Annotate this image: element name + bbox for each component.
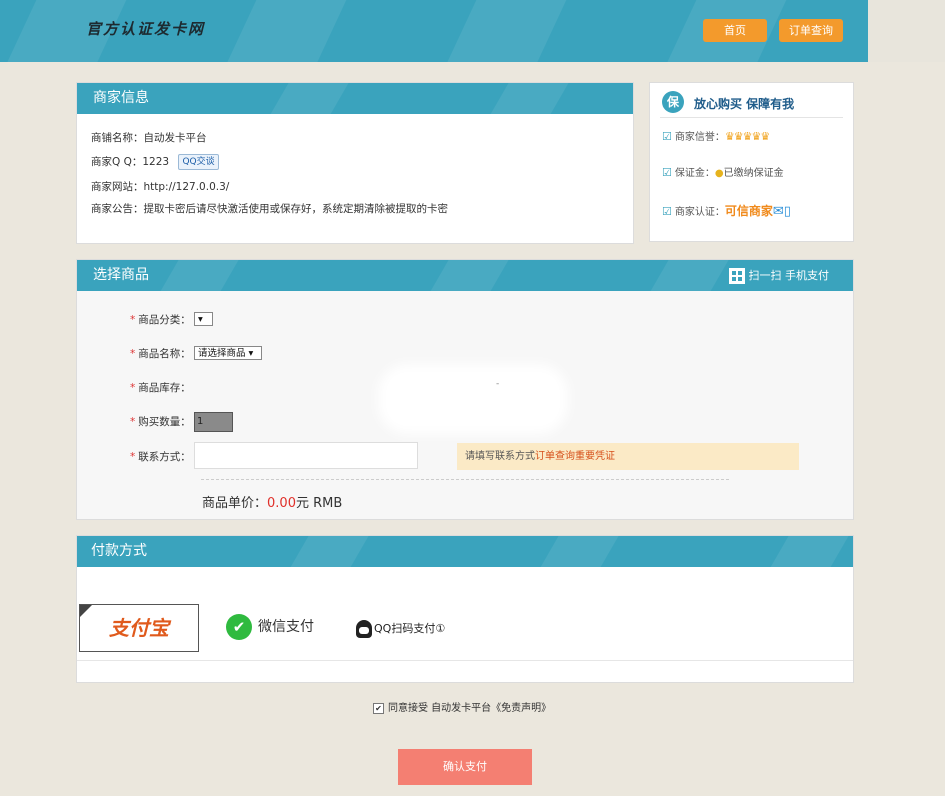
- check-icon: ☑: [662, 205, 672, 218]
- guarantee-panel: 保 放心购买 保障有我 ☑ 商家信誉：♛♛♛♛♛ ☑ 保证金：●已缴纳保证金 ☑ 商家…: [649, 82, 854, 242]
- decor-stripe: [259, 83, 355, 114]
- merchant-qq-text: 商家Q Q：1223: [91, 156, 170, 168]
- order-query-button[interactable]: 订单查询: [779, 19, 843, 42]
- product-name-label: * 商品名称：: [130, 346, 192, 361]
- quantity-label-text: 购买数量：: [138, 416, 191, 428]
- contact-tip-text: 请填写联系方式: [465, 451, 535, 462]
- unit-price: 商品单价：0.00元 RMB: [202, 492, 342, 511]
- product-name-select[interactable]: 请选择商品 ▾: [194, 346, 262, 360]
- credit-label: 商家信誉：: [674, 132, 725, 143]
- top-bar: 官方认证发卡网 首页 订单查询: [0, 0, 945, 62]
- product-name-value: 请选择商品: [198, 348, 246, 359]
- required-mark: *: [130, 348, 136, 360]
- divider: [660, 117, 843, 118]
- merchant-notice: 商家公告：提取卡密后请尽快激活使用或保存好，系统定期清除被提取的卡密: [91, 203, 448, 215]
- topbar-right-bg: [868, 0, 945, 62]
- dropdown-arrow-icon: ▾: [198, 314, 203, 325]
- home-button[interactable]: 首页: [703, 19, 767, 42]
- dropdown-arrow-icon: ▾: [248, 348, 254, 359]
- alipay-logo: 支付宝: [109, 616, 169, 640]
- shop-name: 商铺名称：自动发卡平台: [91, 132, 207, 144]
- decor-stripe: [434, 0, 576, 62]
- contact-tip-highlight: 订单查询重要凭证: [535, 451, 615, 462]
- check-icon: ☑: [662, 130, 672, 143]
- category-label: * 商品分类：: [130, 312, 192, 327]
- dashed-divider: [201, 479, 729, 480]
- selected-corner-icon: [80, 605, 92, 617]
- required-mark: *: [130, 416, 136, 428]
- shield-icon: 保: [662, 91, 684, 113]
- scan-pay-label: 扫一扫 手机支付: [748, 269, 830, 282]
- credit-row: ☑ 商家信誉：♛♛♛♛♛: [662, 128, 770, 143]
- crown-rating-icon: ♛♛♛♛♛: [724, 130, 770, 143]
- merchant-qq: 商家Q Q：1223 QQ交谈: [91, 154, 219, 170]
- category-label-text: 商品分类：: [138, 314, 191, 326]
- deposit-value: 已缴纳保证金: [723, 168, 784, 179]
- qq-pay-label: QQ扫码支付①: [374, 622, 446, 635]
- product-title: 选择商品: [93, 267, 149, 283]
- qq-pay-option[interactable]: QQ扫码支付①: [356, 620, 445, 638]
- confirm-pay-button[interactable]: 确认支付: [398, 749, 532, 785]
- payment-title: 付款方式: [91, 543, 147, 559]
- deposit-label: 保证金：: [674, 168, 715, 179]
- payment-header: 付款方式: [77, 536, 853, 567]
- quantity-label: * 购买数量：: [130, 414, 192, 429]
- wechat-icon: ✔: [226, 614, 252, 640]
- agree-checkbox[interactable]: ✔: [373, 702, 384, 714]
- agreement: ✔ 同意接受 自动发卡平台《免责声明》: [373, 699, 551, 714]
- qq-chat-button[interactable]: QQ交谈: [178, 154, 219, 170]
- unit-price-unit: 元 RMB: [295, 496, 343, 511]
- merchant-info-panel: 商家信息 商铺名称：自动发卡平台 商家Q Q：1223 QQ交谈 商家网站：ht…: [76, 82, 634, 244]
- quantity-input[interactable]: 1: [194, 412, 233, 432]
- contact-tip: 请填写联系方式订单查询重要凭证: [457, 443, 799, 470]
- decor-stripe: [279, 536, 375, 567]
- guarantee-title: 放心购买 保障有我: [694, 97, 795, 111]
- decor-stripe: [759, 536, 853, 567]
- cert-row: ☑ 商家认证：可信商家✉▯: [662, 202, 791, 219]
- decor-stripe: [639, 260, 735, 291]
- site-logo[interactable]: 官方认证发卡网: [86, 18, 205, 39]
- merchant-website: 商家网站：http://127.0.0.3/: [91, 181, 230, 193]
- mail-phone-icon: ✉▯: [772, 204, 791, 219]
- category-select[interactable]: ▾: [194, 312, 213, 326]
- merchant-info-header: 商家信息: [77, 83, 633, 114]
- contact-input[interactable]: [194, 442, 418, 469]
- alipay-option[interactable]: 支付宝: [79, 604, 199, 652]
- contact-label-text: 联系方式：: [138, 451, 191, 463]
- required-mark: *: [130, 451, 136, 463]
- product-header: 选择商品 扫一扫 手机支付: [77, 260, 853, 291]
- stock-value: -: [496, 379, 500, 389]
- decor-stripe: [149, 260, 245, 291]
- unit-price-label: 商品单价：: [202, 496, 268, 511]
- scan-pay-link[interactable]: 扫一扫 手机支付: [728, 260, 830, 291]
- contact-label: * 联系方式：: [130, 449, 192, 464]
- agreement-text[interactable]: 同意接受 自动发卡平台《免责声明》: [388, 703, 551, 714]
- qr-code-icon: [728, 268, 745, 284]
- cert-label: 商家认证：: [674, 207, 725, 218]
- qq-penguin-icon: [356, 620, 372, 638]
- wechat-pay-option[interactable]: ✔ 微信支付: [226, 614, 314, 640]
- redaction-blur: [378, 364, 568, 434]
- deposit-row: ☑ 保证金：●已缴纳保证金: [662, 164, 784, 179]
- decor-stripe: [214, 0, 356, 62]
- stock-label-text: 商品库存：: [138, 382, 191, 394]
- check-icon: ☑: [662, 166, 672, 179]
- product-name-label-text: 商品名称：: [138, 348, 191, 360]
- unit-price-value: 0.00: [267, 496, 296, 511]
- coin-icon: ●: [714, 168, 724, 179]
- divider: [77, 660, 853, 661]
- required-mark: *: [130, 314, 136, 326]
- required-mark: *: [130, 382, 136, 394]
- merchant-info-title: 商家信息: [93, 90, 149, 106]
- decor-stripe: [529, 536, 625, 567]
- wechat-pay-label: 微信支付: [258, 619, 314, 635]
- decor-stripe: [419, 260, 515, 291]
- decor-stripe: [479, 83, 575, 114]
- stock-label: * 商品库存：: [130, 380, 192, 395]
- cert-value: 可信商家: [724, 204, 773, 218]
